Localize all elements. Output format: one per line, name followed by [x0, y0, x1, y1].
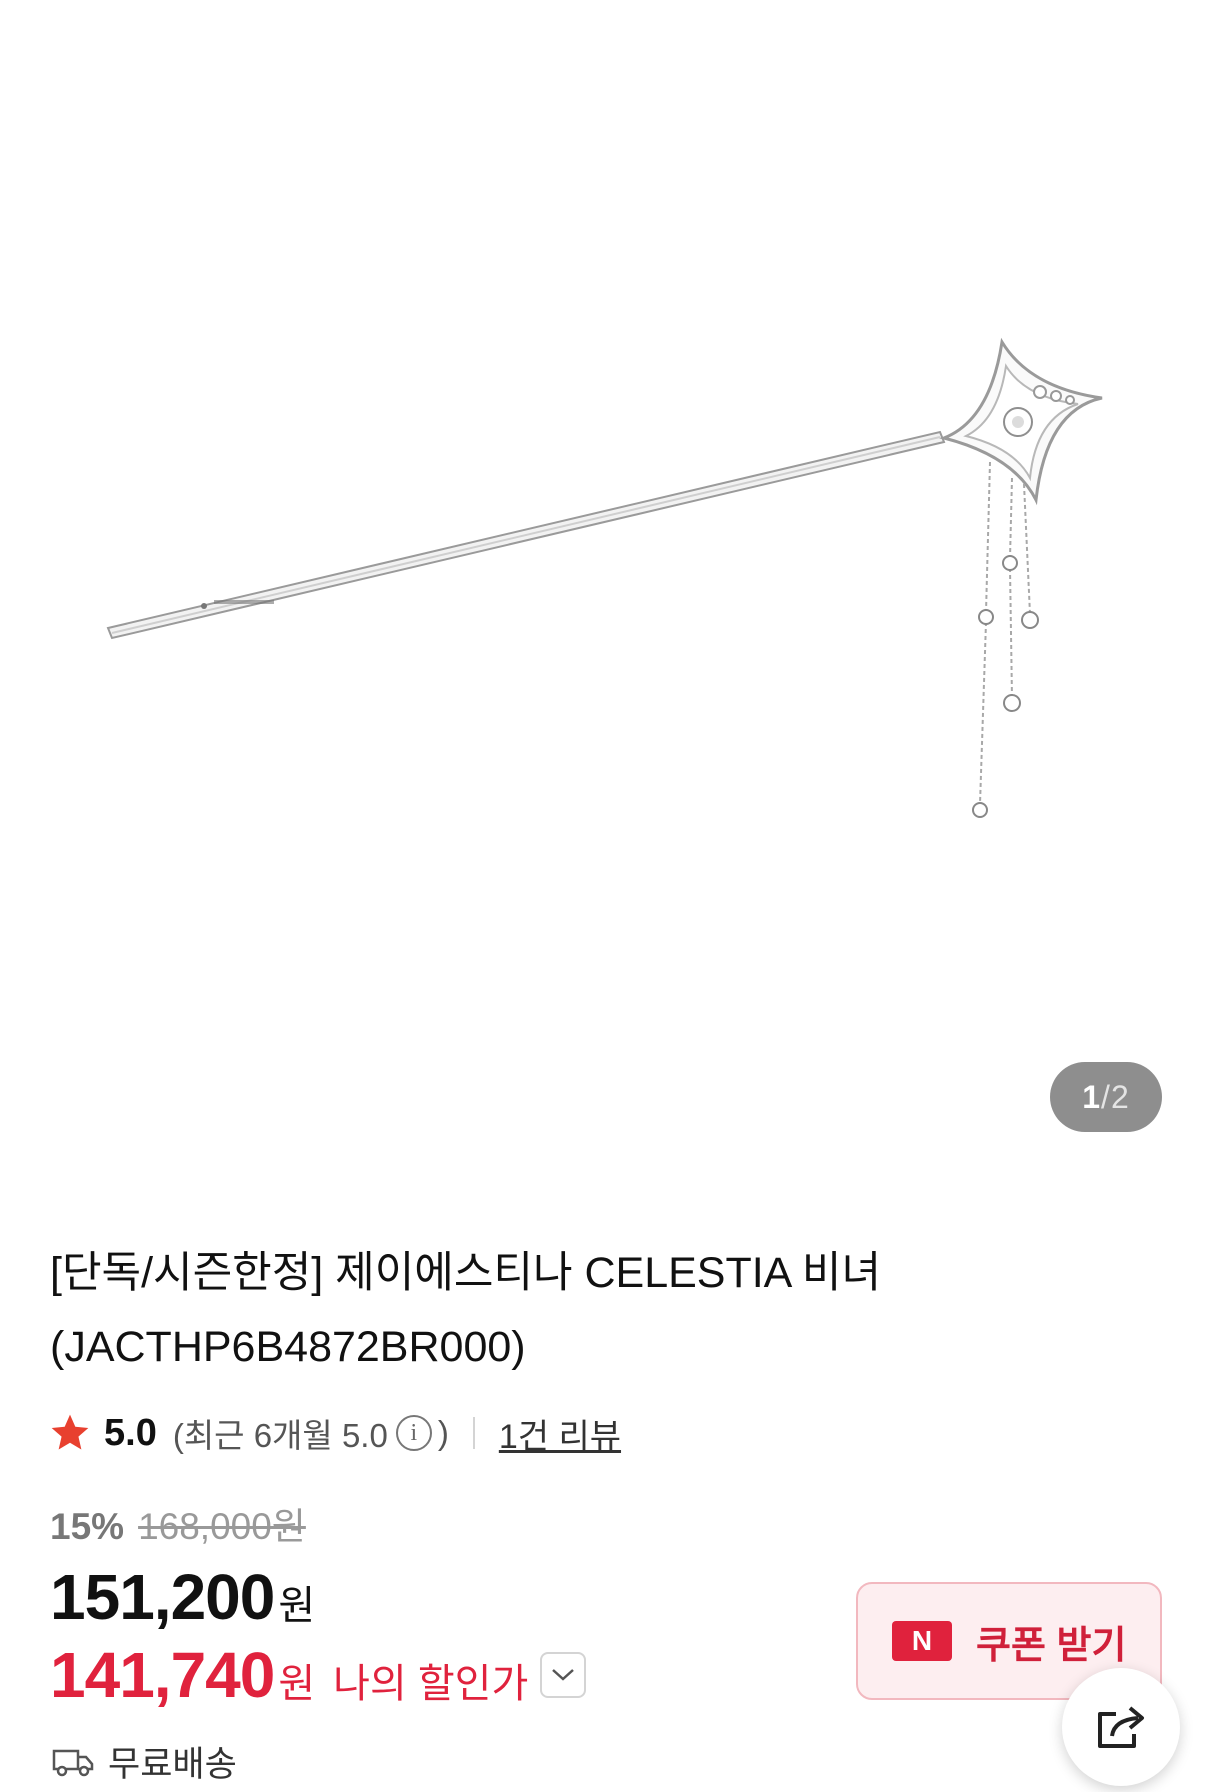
my-price-unit: 원	[278, 1662, 316, 1706]
share-button[interactable]	[1062, 1668, 1180, 1786]
my-price-label: 나의 할인가	[333, 1662, 529, 1706]
discount-rate: 15%	[50, 1506, 125, 1547]
share-icon	[1098, 1706, 1144, 1748]
reviews-link[interactable]: 1건 리뷰	[499, 1409, 621, 1458]
recent-rating: (최근 6개월 5.0 i )	[173, 1409, 449, 1457]
chevron-down-icon	[552, 1669, 575, 1681]
recent-rating-close: )	[437, 1414, 449, 1451]
shipping-label: 무료배송	[108, 1745, 237, 1784]
pager-current: 1	[1082, 1078, 1102, 1115]
original-price-row: 15% 168,000원	[50, 1496, 306, 1550]
info-icon[interactable]: i	[395, 1415, 432, 1451]
product-title: [단독/시즌한정] 제이에스티나 CELESTIA 비녀 (JACTHP6B48…	[50, 1236, 1150, 1384]
product-title-line2: (JACTHP6B4872BR000)	[50, 1323, 526, 1371]
pager-total: 2	[1110, 1078, 1130, 1115]
coupon-badge-icon: N	[892, 1621, 952, 1661]
sale-price-unit: 원	[278, 1584, 316, 1628]
coupon-label: 쿠폰 받기	[976, 1624, 1127, 1667]
pager-separator: /	[1101, 1078, 1111, 1115]
image-pager: 1 / 2	[1050, 1062, 1162, 1132]
sale-price-row: 151,200 원	[50, 1560, 315, 1634]
divider	[472, 1417, 475, 1449]
sale-price: 151,200	[50, 1561, 275, 1633]
original-price: 168,000원	[138, 1506, 306, 1547]
product-image-gallery[interactable]: 1 / 2	[0, 0, 1206, 1180]
recent-rating-text: (최근 6개월 5.0	[172, 1417, 388, 1454]
rating-row: 5.0 (최근 6개월 5.0 i ) 1건 리뷰	[48, 1408, 621, 1458]
product-image-hairpin	[106, 337, 1103, 818]
rating-score: 5.0	[104, 1411, 157, 1454]
truck-icon	[52, 1749, 94, 1776]
my-price-expand-button[interactable]	[540, 1652, 587, 1698]
shipping-row: 무료배송	[52, 1736, 237, 1787]
my-price-row: 141,740 원 나의 할인가	[50, 1638, 587, 1712]
my-price: 141,740	[50, 1639, 275, 1711]
star-icon	[51, 1414, 89, 1450]
product-title-line1: [단독/시즌한정] 제이에스티나 CELESTIA 비녀	[50, 1249, 882, 1297]
